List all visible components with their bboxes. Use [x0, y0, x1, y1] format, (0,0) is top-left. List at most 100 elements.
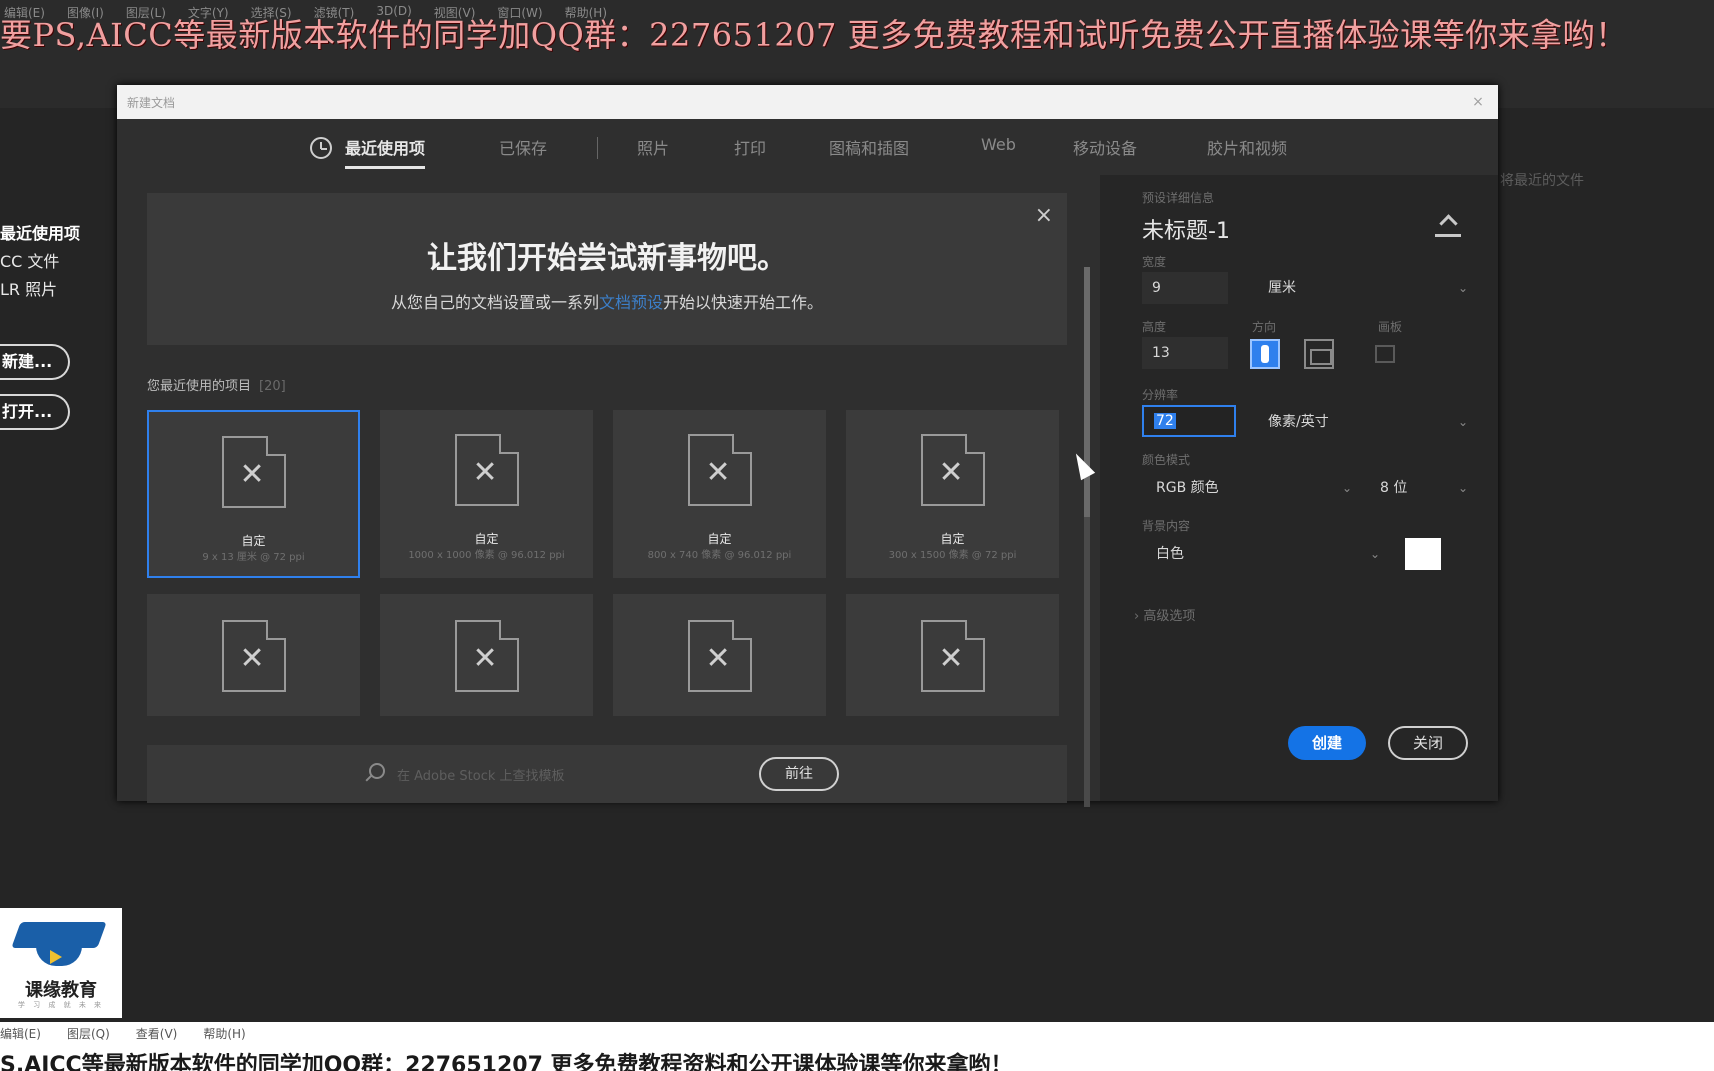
document-icon: ✕ [687, 620, 752, 692]
logo-subtitle: 学 习 成 就 未 来 [17, 1001, 105, 1009]
recent-card[interactable]: ✕ [846, 594, 1059, 716]
watermark-logo: 课缘教育 学 习 成 就 未 来 [0, 908, 122, 1018]
recent-card[interactable]: ✕ 自定 300 x 1500 像素 @ 72 ppi [846, 410, 1059, 578]
width-input[interactable]: 9 [1142, 272, 1228, 304]
welcome-sub-after: 开始以快速开始工作。 [663, 293, 824, 312]
dialog-close-icon[interactable]: × [1468, 94, 1488, 110]
card-meta: 800 x 740 像素 @ 96.012 ppi [647, 550, 792, 561]
resolution-input[interactable]: 72 [1142, 405, 1236, 437]
card-name: 自定 [707, 532, 732, 546]
document-icon: ✕ [920, 620, 985, 692]
chevron-down-icon: ⌄ [1457, 481, 1468, 495]
advanced-options-toggle[interactable]: › 高级选项 [1134, 605, 1195, 624]
new-button[interactable]: 新建... [0, 344, 70, 380]
document-name-field[interactable]: 未标题-1 [1142, 213, 1230, 245]
preset-details-panel: 预设详细信息 未标题-1 宽度 9 厘米 ⌄ 高度 方向 画板 13 分辨率 72… [1100, 175, 1498, 801]
card-meta: 300 x 1500 像素 @ 72 ppi [888, 550, 1017, 561]
tab-web[interactable]: Web [981, 135, 1016, 154]
welcome-close-icon[interactable]: × [1035, 203, 1053, 228]
resolution-value: 72 [1154, 413, 1176, 429]
open-button[interactable]: 打开... [0, 394, 70, 430]
document-icon: ✕ [454, 620, 519, 692]
grid-scrollbar[interactable] [1084, 267, 1090, 807]
color-mode-label: 颜色模式 [1142, 453, 1191, 467]
height-label: 高度 [1142, 320, 1167, 334]
document-icon: ✕ [221, 436, 286, 508]
chevron-down-icon: ⌄ [1457, 281, 1468, 295]
graduation-cap-icon [11, 922, 107, 948]
tab-mobile[interactable]: 移动设备 [1073, 135, 1137, 159]
artboard-checkbox[interactable] [1375, 345, 1395, 363]
tab-photo[interactable]: 照片 [637, 135, 669, 159]
background-label: 背景内容 [1142, 519, 1191, 533]
tab-recent[interactable]: 最近使用项 [345, 135, 426, 169]
height-input[interactable]: 13 [1142, 337, 1228, 369]
welcome-heading: 让我们开始尝试新事物吧。 [427, 241, 787, 276]
document-icon: ✕ [687, 434, 752, 506]
portrait-orientation-icon[interactable] [1250, 339, 1280, 369]
width-label: 宽度 [1142, 255, 1167, 269]
bit-depth-select[interactable]: 8 位 ⌄ [1380, 472, 1468, 504]
recent-card[interactable]: ✕ [613, 594, 826, 716]
card-meta: 9 x 13 厘米 @ 72 ppi [202, 552, 305, 563]
chevron-down-icon: ⌄ [1369, 547, 1380, 561]
document-icon: ✕ [920, 434, 985, 506]
orientation-label: 方向 [1252, 320, 1277, 334]
bottom-menu-layer[interactable]: 图层(Q) [67, 1025, 110, 1042]
chevron-right-icon: › [1134, 609, 1140, 624]
welcome-banner: × 让我们开始尝试新事物吧。 从您自己的文档设置或一系列文档预设开始以快速开始工… [147, 193, 1067, 345]
resolution-unit-value: 像素/英寸 [1268, 414, 1329, 430]
background-color-swatch[interactable] [1405, 538, 1441, 570]
bottom-menu-edit[interactable]: 编辑(E) [0, 1025, 41, 1042]
save-preset-icon[interactable] [1435, 219, 1461, 237]
advanced-options-label: 高级选项 [1143, 609, 1196, 624]
resolution-label: 分辨率 [1142, 388, 1179, 402]
card-name: 自定 [940, 532, 965, 546]
left-item-cc-files[interactable]: CC 文件 [0, 248, 110, 276]
recent-card[interactable]: ✕ 自定 1000 x 1000 像素 @ 96.012 ppi [380, 410, 593, 578]
go-button[interactable]: 前往 [759, 757, 839, 791]
close-button[interactable]: 关闭 [1388, 726, 1468, 760]
artboard-label: 画板 [1378, 320, 1403, 334]
recent-card[interactable]: ✕ 自定 9 x 13 厘米 @ 72 ppi [147, 410, 360, 578]
unit-select[interactable]: 厘米 ⌄ [1268, 272, 1468, 304]
card-name: 自定 [474, 532, 499, 546]
color-mode-select[interactable]: RGB 颜色 ⌄ [1156, 472, 1352, 504]
bottom-menu-help[interactable]: 帮助(H) [203, 1025, 245, 1042]
background-value: 白色 [1156, 546, 1184, 562]
bottom-menu-bar: 编辑(E) 图层(Q) 查看(V) 帮助(H) [0, 1025, 246, 1042]
create-button[interactable]: 创建 [1288, 726, 1366, 760]
start-left-panel: 最近使用项 CC 文件 LR 照片 新建... 打开... [0, 220, 110, 430]
preset-tabs: 最近使用项 已保存 照片 打印 图稿和插图 Web 移动设备 胶片和视频 [117, 119, 1498, 175]
tab-saved[interactable]: 已保存 [499, 135, 547, 159]
recent-card[interactable]: ✕ [147, 594, 360, 716]
card-meta: 1000 x 1000 像素 @ 96.012 ppi [408, 550, 565, 561]
recent-files-hint: 将最近的文件 [1500, 173, 1584, 189]
tab-print[interactable]: 打印 [734, 135, 766, 159]
bit-depth-value: 8 位 [1380, 480, 1408, 496]
welcome-sub-before: 从您自己的文档设置或一系列 [390, 293, 599, 312]
dialog-titlebar: 新建文档 × [117, 85, 1498, 119]
landscape-orientation-icon[interactable] [1304, 339, 1334, 369]
background-select[interactable]: 白色 ⌄ [1156, 538, 1380, 570]
recent-card[interactable]: ✕ 自定 800 x 740 像素 @ 96.012 ppi [613, 410, 826, 578]
logo-name: 课缘教育 [25, 980, 97, 1001]
clock-icon [310, 137, 332, 159]
tab-art-illustration[interactable]: 图稿和插图 [829, 135, 909, 159]
left-item-lr-photos[interactable]: LR 照片 [0, 276, 110, 304]
card-name: 自定 [241, 534, 266, 548]
stock-search-bar: 在 Adobe Stock 上查找模板 前往 [147, 745, 1067, 803]
resolution-unit-select[interactable]: 像素/英寸 ⌄ [1268, 406, 1468, 438]
recent-card[interactable]: ✕ [380, 594, 593, 716]
stock-search-input[interactable]: 在 Adobe Stock 上查找模板 [397, 765, 565, 784]
new-document-dialog: 新建文档 × 最近使用项 已保存 照片 打印 图稿和插图 Web 移动设备 胶片… [117, 85, 1498, 807]
top-ad-text: 要PS,AICC等最新版本软件的同学加QQ群：227651207 更多免费教程和… [0, 16, 1628, 54]
tab-film-video[interactable]: 胶片和视频 [1207, 135, 1287, 159]
chevron-down-icon: ⌄ [1341, 481, 1352, 495]
scrollbar-thumb[interactable] [1084, 267, 1090, 517]
bottom-menu-view[interactable]: 查看(V) [136, 1025, 178, 1042]
left-item-recent[interactable]: 最近使用项 [0, 220, 110, 248]
document-presets-link[interactable]: 文档预设 [599, 293, 663, 312]
recent-items-title: 您最近使用的项目 [147, 379, 252, 394]
play-icon [50, 950, 62, 964]
